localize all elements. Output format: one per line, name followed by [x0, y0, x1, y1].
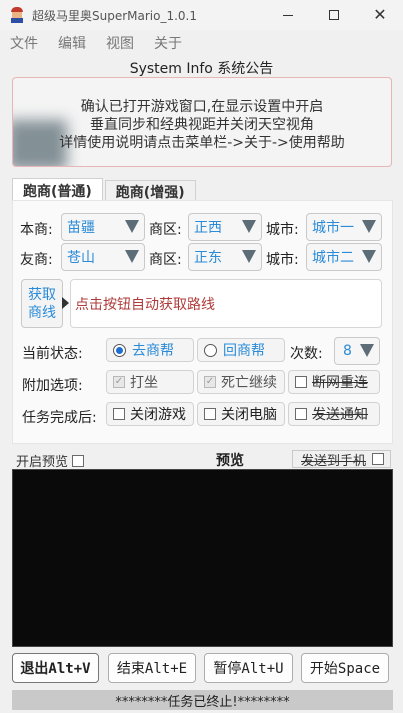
tab-trade-normal[interactable]: 跑商(普通): [12, 178, 103, 202]
menu-file[interactable]: 文件: [0, 33, 48, 53]
friend-merchant-label: 友商:: [20, 252, 53, 268]
own-faction-select[interactable]: 苗疆: [61, 213, 145, 241]
checkbox-reconnect[interactable]: 断网重连: [288, 370, 380, 394]
checkbox-checked-icon: ✓: [204, 376, 216, 388]
own-faction-value: 苗疆: [67, 220, 95, 236]
checkbox-unchecked-icon: [72, 454, 85, 467]
system-notice-box: 确认已打开游戏窗口,在显示设置中开启 垂直同步和经典视距并关闭天空视角 详情使用…: [12, 77, 392, 167]
title-bar: 超级马里奥SuperMario_1.0.1 ✕: [0, 0, 403, 30]
own-zone-value: 正西: [194, 220, 222, 236]
friend-faction-select[interactable]: 苍山: [61, 243, 145, 271]
status-label: 当前状态:: [22, 346, 83, 362]
chevron-down-icon: [125, 220, 139, 233]
radio-go-guild-label: 去商帮: [132, 343, 174, 359]
maximize-button[interactable]: [311, 0, 357, 30]
mario-app-icon: [9, 7, 25, 23]
notice-text: 确认已打开游戏窗口,在显示设置中开启 垂直同步和经典视距并关闭天空视角 详情使用…: [13, 98, 391, 152]
friend-zone-select[interactable]: 正东: [188, 243, 262, 271]
radio-unselected-icon: [204, 343, 217, 357]
get-route-button[interactable]: 获取商线: [21, 279, 63, 328]
chevron-down-icon: [362, 250, 376, 263]
pause-button[interactable]: 暂停Alt+U: [204, 653, 293, 683]
checkbox-reconnect-label: 断网重连: [312, 375, 368, 391]
get-route-button-label: 获取商线: [28, 286, 56, 321]
chevron-down-icon: [242, 250, 256, 263]
enable-preview-toggle[interactable]: 开启预览: [16, 451, 85, 470]
close-icon: ✕: [373, 5, 387, 24]
menu-bar: 文件 编辑 视图 关于: [0, 32, 192, 54]
preview-canvas: [12, 469, 393, 647]
menu-about[interactable]: 关于: [144, 33, 192, 53]
chevron-down-icon: [362, 220, 376, 233]
checkbox-unchecked-icon: [113, 408, 125, 420]
own-zone-label: 商区:: [149, 222, 182, 238]
checkbox-unchecked-icon: [295, 376, 307, 388]
chevron-down-icon: [125, 250, 139, 263]
extra-options-label: 附加选项:: [22, 378, 83, 394]
checkbox-checked-icon: ✓: [113, 376, 125, 388]
minimize-icon: [283, 14, 293, 16]
radio-go-guild[interactable]: 去商帮: [106, 338, 194, 362]
system-info-title: System Info 系统公告: [129, 61, 274, 77]
checkbox-unchecked-icon: [295, 408, 307, 420]
friend-zone-label: 商区:: [149, 252, 182, 268]
window-title: 超级马里奥SuperMario_1.0.1: [32, 8, 198, 23]
mode-tabs: 跑商(普通) 跑商(增强): [12, 178, 198, 202]
friend-city-label: 城市:: [266, 252, 299, 268]
start-button[interactable]: 开始Space: [301, 653, 389, 683]
own-city-select[interactable]: 城市一: [306, 213, 382, 241]
stop-button[interactable]: 结束Alt+E: [108, 653, 196, 683]
chevron-down-icon: [360, 344, 374, 357]
maximize-icon: [329, 10, 339, 20]
menu-view[interactable]: 视图: [96, 33, 144, 53]
own-merchant-label: 本商:: [20, 222, 53, 238]
radio-return-guild-label: 回商帮: [223, 343, 265, 359]
friend-city-select[interactable]: 城市二: [306, 243, 382, 271]
menu-edit[interactable]: 编辑: [48, 33, 96, 53]
minimize-button[interactable]: [265, 0, 311, 30]
checkbox-shutdown-pc-label: 关闭电脑: [221, 407, 277, 423]
own-zone-select[interactable]: 正西: [188, 213, 262, 241]
checkbox-continue-on-death[interactable]: ✓ 死亡继续: [197, 370, 285, 394]
close-button[interactable]: ✕: [357, 0, 403, 30]
route-display: 点击按钮自动获取路线: [70, 279, 382, 328]
arrow-right-icon: [62, 297, 69, 309]
checkbox-close-game-label: 关闭游戏: [130, 407, 186, 423]
send-to-phone-label: 发送到手机: [301, 453, 367, 469]
checkbox-meditate-label: 打坐: [130, 375, 158, 391]
radio-return-guild[interactable]: 回商帮: [197, 338, 285, 362]
own-city-label: 城市:: [266, 222, 299, 238]
checkbox-unchecked-icon: [372, 453, 385, 465]
on-complete-label: 任务完成后:: [22, 410, 97, 426]
checkbox-send-notice-label: 发送通知: [312, 407, 368, 423]
friend-faction-value: 苍山: [67, 250, 95, 266]
count-value: 8: [343, 343, 352, 359]
own-city-value: 城市一: [312, 220, 354, 236]
send-to-phone-toggle[interactable]: 发送到手机: [292, 450, 391, 469]
tab-trade-enhanced[interactable]: 跑商(增强): [104, 180, 196, 202]
enable-preview-label: 开启预览: [16, 455, 69, 470]
friend-zone-value: 正东: [194, 250, 222, 266]
exit-button[interactable]: 退出Alt+V: [12, 653, 99, 683]
radio-selected-icon: [113, 343, 126, 357]
route-text: 点击按钮自动获取路线: [75, 296, 215, 313]
checkbox-meditate[interactable]: ✓ 打坐: [106, 370, 194, 394]
notice-line-3: 详情使用说明请点击菜单栏->关于->使用帮助: [59, 135, 345, 151]
checkbox-send-notice[interactable]: 发送通知: [288, 402, 380, 426]
status-bar: ********任务已终止!********: [12, 690, 393, 710]
chevron-down-icon: [242, 220, 256, 233]
checkbox-close-game[interactable]: 关闭游戏: [106, 402, 194, 426]
notice-line-2: 垂直同步和经典视距并关闭天空视角: [90, 117, 314, 133]
checkbox-continue-on-death-label: 死亡继续: [221, 375, 277, 391]
checkbox-unchecked-icon: [204, 408, 216, 420]
notice-line-1: 确认已打开游戏窗口,在显示设置中开启: [80, 99, 324, 115]
window-controls: ✕: [265, 0, 403, 30]
checkbox-shutdown-pc[interactable]: 关闭电脑: [197, 402, 285, 426]
friend-city-value: 城市二: [312, 250, 354, 266]
count-select[interactable]: 8: [334, 337, 380, 365]
count-label: 次数:: [290, 346, 323, 362]
